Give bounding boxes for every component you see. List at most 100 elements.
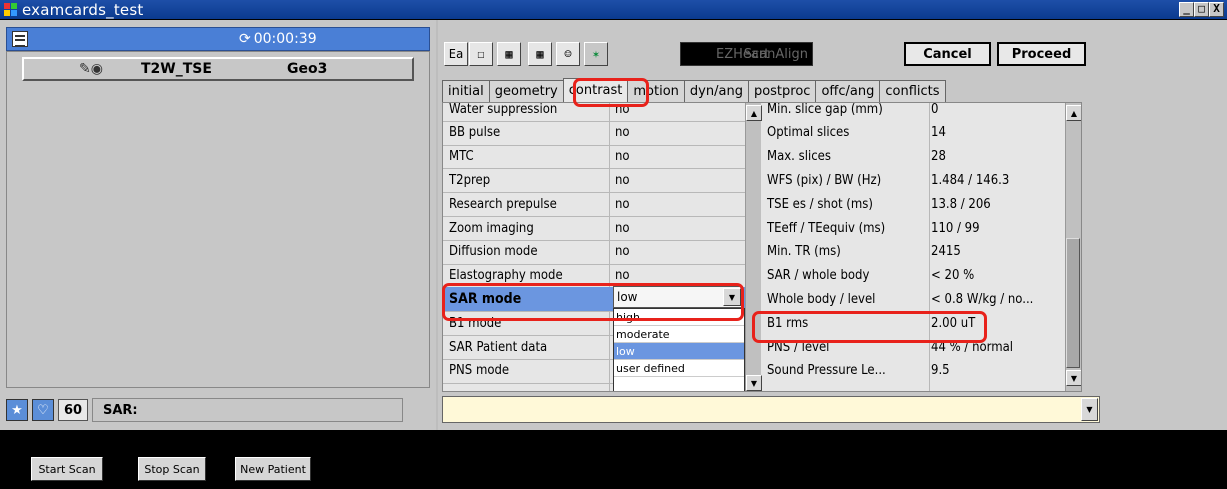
scanalign-label: ScanAlign <box>743 46 808 62</box>
stop-scan-button[interactable]: Stop Scan <box>138 457 206 481</box>
sar-option-low[interactable]: low <box>614 343 744 360</box>
tab-postproc[interactable]: postproc <box>747 80 817 102</box>
param-row-right[interactable]: TEeff / TEequiv (ms) 110 / 99 <box>761 216 1065 240</box>
param-value: 13.8 / 206 <box>931 196 991 212</box>
scan-row[interactable]: ✎◉ T2W_TSE Geo3 <box>22 57 414 81</box>
param-value: 0 <box>931 102 939 117</box>
param-value: no <box>615 196 630 212</box>
divider <box>436 20 438 430</box>
param-value: no <box>615 125 630 141</box>
highlight-contrast-tab <box>573 78 649 107</box>
scroll-down-icon[interactable]: ▼ <box>746 375 762 391</box>
cancel-button[interactable]: Cancel <box>904 42 991 66</box>
param-label: BB pulse <box>449 125 501 141</box>
parameter-panel: Water suppression no BB pulse no MTC no T2prep… <box>442 102 1082 392</box>
param-value: no <box>615 268 630 284</box>
stopwatch-icon: ⟳ <box>239 31 251 47</box>
tab-offc-ang[interactable]: offc/ang <box>815 80 881 102</box>
window-title: examcards_test <box>22 0 144 19</box>
scroll-thumb[interactable] <box>1066 238 1080 368</box>
scan-status-icon: ✎◉ <box>79 61 103 77</box>
param-row-left[interactable]: T2prep no <box>443 168 745 192</box>
highlight-b1-rms <box>752 311 987 343</box>
scan-name: T2W_TSE <box>141 61 212 77</box>
scroll-up-icon[interactable]: ▲ <box>1066 105 1081 121</box>
list-view-icon[interactable]: ▦ <box>528 42 552 66</box>
param-row-left[interactable]: MTC no <box>443 145 745 169</box>
param-label: Optimal slices <box>767 125 850 141</box>
sar-bar: ★ ♡ 60 SAR: <box>6 396 430 424</box>
param-row-right[interactable]: WFS (pix) / BW (Hz) 1.484 / 146.3 <box>761 168 1065 192</box>
magic-wand-icon[interactable]: ✶ <box>584 42 608 66</box>
dropdown-arrow-icon[interactable]: ▼ <box>1081 398 1098 421</box>
close-button[interactable]: X <box>1209 2 1224 17</box>
tab-bar: initial geometry contrast motion dyn/ang… <box>442 78 946 102</box>
param-row-right[interactable]: SAR / whole body < 20 % <box>761 264 1065 288</box>
param-row-left[interactable]: Research prepulse no <box>443 192 745 216</box>
param-row-left[interactable]: BB pulse no <box>443 121 745 145</box>
param-value: < 0.8 W/kg / no... <box>931 291 1034 307</box>
param-label: TSE es / shot (ms) <box>767 196 873 212</box>
menu-icon[interactable] <box>12 31 28 47</box>
param-label: Sound Pressure Le... <box>767 363 886 379</box>
param-row-right[interactable]: Min. TR (ms) 2415 <box>761 240 1065 264</box>
param-row-right[interactable]: Optimal slices 14 <box>761 121 1065 145</box>
edit-icon[interactable]: ☐ <box>469 42 493 66</box>
param-value: 1.484 / 146.3 <box>931 172 1010 188</box>
param-value: < 20 % <box>931 268 975 284</box>
scroll-up-icon[interactable]: ▲ <box>746 105 762 121</box>
maximize-button[interactable]: □ <box>1194 2 1209 17</box>
param-value: no <box>615 172 630 188</box>
text-view-icon[interactable]: Ea <box>444 42 468 66</box>
timer: ⟳ 00:00:39 <box>239 31 317 47</box>
start-scan-button[interactable]: Start Scan <box>31 457 103 481</box>
param-label: SAR / whole body <box>767 268 870 284</box>
heart-icon[interactable]: ♡ <box>32 399 54 421</box>
param-label: SAR Patient data <box>449 339 548 355</box>
param-label: Max. slices <box>767 149 831 165</box>
new-patient-button[interactable]: New Patient <box>235 457 311 481</box>
sar-option-moderate[interactable]: moderate <box>614 326 744 343</box>
scan-geo: Geo3 <box>287 61 328 77</box>
param-row-right[interactable]: Sound Pressure Le... 9.5 <box>761 359 1065 383</box>
param-value: 2415 <box>931 244 961 260</box>
param-label: WFS (pix) / BW (Hz) <box>767 172 882 188</box>
timer-value: 00:00:39 <box>253 31 317 47</box>
right-scrollbar[interactable]: ▲ ▼ <box>1065 103 1081 391</box>
scan-list <box>6 51 430 388</box>
param-label: MTC <box>449 149 474 165</box>
param-row-right[interactable]: Whole body / level < 0.8 W/kg / no... <box>761 287 1065 311</box>
param-label: T2prep <box>449 172 491 188</box>
tab-conflicts[interactable]: conflicts <box>879 80 946 102</box>
param-value: no <box>615 149 630 165</box>
left-scrollbar[interactable]: ▲ ▼ <box>745 103 762 391</box>
tab-geometry[interactable]: geometry <box>488 80 564 102</box>
param-label: PNS mode <box>449 363 510 379</box>
tab-initial[interactable]: initial <box>442 80 490 102</box>
param-label: Min. TR (ms) <box>767 244 841 260</box>
right-panel <box>1106 20 1227 430</box>
param-row-left[interactable]: Diffusion mode no <box>443 240 745 264</box>
sar-option-user-defined[interactable]: user defined <box>614 360 744 377</box>
param-row-right[interactable]: Min. slice gap (mm) 0 <box>761 102 1065 121</box>
sar-number: 60 <box>58 399 88 421</box>
command-input[interactable] <box>442 396 1100 423</box>
scroll-down-icon[interactable]: ▼ <box>1066 370 1081 386</box>
param-label: Water suppression <box>449 102 558 117</box>
minimize-button[interactable]: _ <box>1179 2 1194 17</box>
exam-header: ⟳ 00:00:39 <box>6 27 430 51</box>
right-edge <box>1082 102 1106 392</box>
param-value: no <box>615 220 630 236</box>
proceed-button[interactable]: Proceed <box>997 42 1086 66</box>
tab-dyn-ang[interactable]: dyn/ang <box>683 80 749 102</box>
param-label: Research prepulse <box>449 196 557 212</box>
param-label: Whole body / level <box>767 291 876 307</box>
param-row-left[interactable]: Zoom imaging no <box>443 216 745 240</box>
param-row-right[interactable]: Max. slices 28 <box>761 145 1065 169</box>
param-value: 110 / 99 <box>931 220 980 236</box>
grid-view-icon[interactable]: ▦ <box>497 42 521 66</box>
param-row-right[interactable]: TSE es / shot (ms) 13.8 / 206 <box>761 192 1065 216</box>
star-icon[interactable]: ★ <box>6 399 28 421</box>
app-icon <box>4 2 18 17</box>
patient-icon[interactable]: ☺ <box>556 42 580 66</box>
